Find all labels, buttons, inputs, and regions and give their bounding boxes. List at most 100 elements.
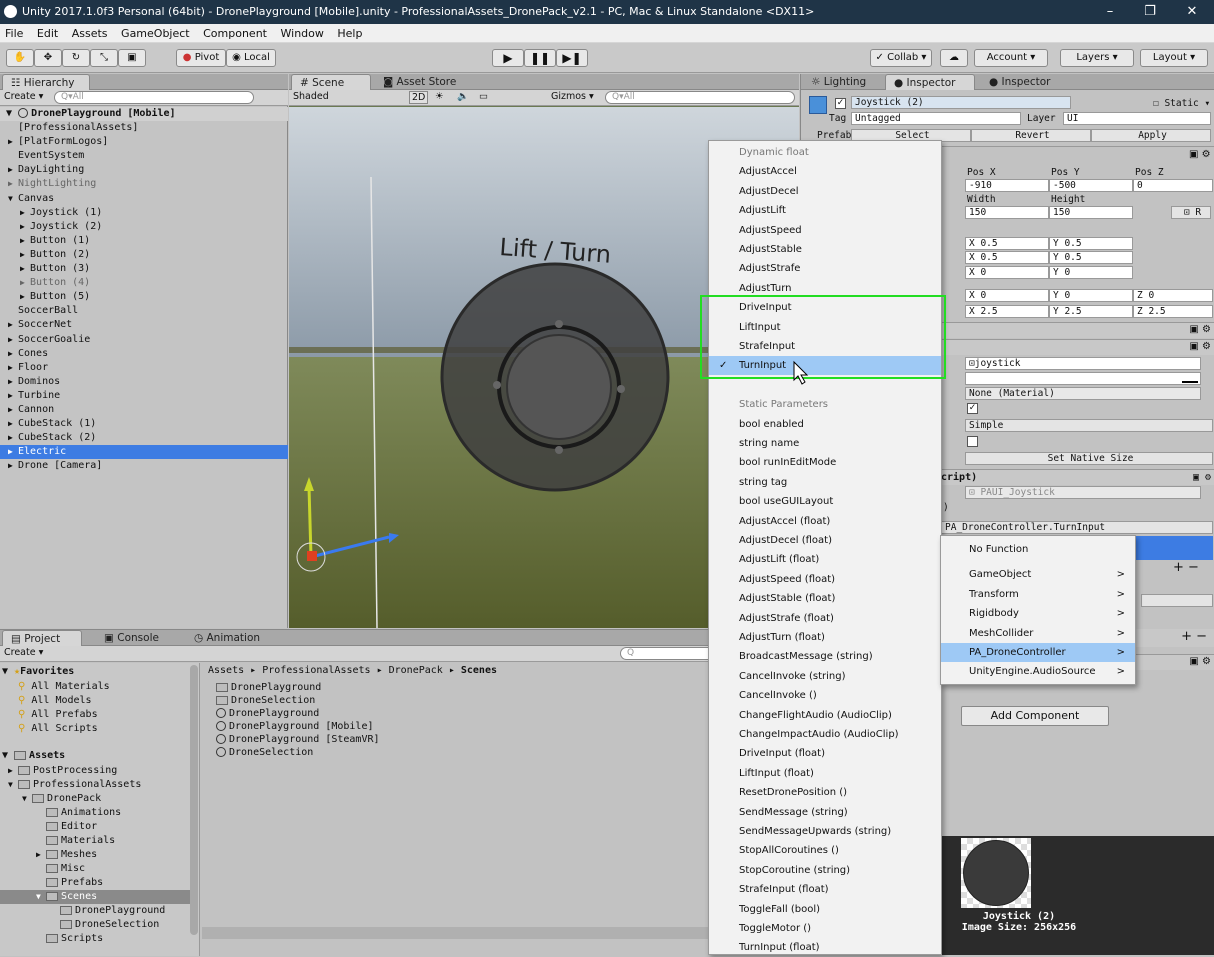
function-menu-item[interactable]: AdjustTurn (float) bbox=[709, 628, 941, 647]
tab-console[interactable]: ▣ Console bbox=[96, 630, 176, 646]
menu-edit[interactable]: Edit bbox=[32, 24, 63, 43]
mode-2d-toggle[interactable]: 2D bbox=[409, 91, 429, 104]
pause-button[interactable]: ❚❚ bbox=[524, 49, 556, 67]
function-menu-item[interactable]: AdjustStable bbox=[709, 240, 941, 259]
hierarchy-item[interactable]: ▼ Canvas bbox=[0, 192, 288, 206]
file-item[interactable]: DroneSelection bbox=[216, 746, 313, 760]
expand-arrow-icon[interactable]: ▶ bbox=[8, 177, 18, 191]
function-menu-item[interactable]: AdjustDecel (float) bbox=[709, 531, 941, 550]
expand-arrow-icon[interactable]: ▶ bbox=[20, 206, 30, 220]
project-tree-item[interactable]: Animations bbox=[0, 806, 190, 820]
component-menu-item[interactable]: Rigidbody > bbox=[941, 604, 1135, 623]
expand-arrow-icon[interactable]: ▶ bbox=[8, 764, 18, 778]
expand-arrow-icon[interactable]: ▶ bbox=[8, 347, 18, 361]
event2-add-remove-buttons[interactable]: + − bbox=[1181, 629, 1207, 644]
function-menu-item[interactable]: ToggleMotor () bbox=[709, 919, 941, 938]
expand-arrow-icon[interactable]: ▶ bbox=[8, 318, 18, 332]
function-menu-item[interactable]: DriveInput (float) bbox=[709, 744, 941, 763]
tree-scrollbar[interactable] bbox=[190, 665, 198, 935]
hierarchy-item[interactable]: SoccerBall bbox=[0, 304, 288, 318]
function-dropdown[interactable]: PA_DroneController.TurnInput bbox=[941, 521, 1213, 534]
expand-arrow-icon[interactable]: ▼ bbox=[8, 778, 18, 792]
component-menu-item[interactable]: MeshCollider > bbox=[941, 624, 1135, 643]
hierarchy-item[interactable]: ▶ Button (5) bbox=[0, 290, 288, 304]
hierarchy-item[interactable]: ▶ Button (2) bbox=[0, 248, 288, 262]
function-menu-item[interactable]: CancelInvoke () bbox=[709, 686, 941, 705]
function-menu-item[interactable]: AdjustStable (float) bbox=[709, 589, 941, 608]
static-checkbox[interactable]: ☐ Static ▾ bbox=[1153, 98, 1210, 110]
favorite-item[interactable]: ⚲ All Models bbox=[18, 694, 92, 708]
project-tree-item[interactable]: Prefabs bbox=[0, 876, 190, 890]
tab-project[interactable]: ▤ Project bbox=[2, 630, 82, 646]
file-item[interactable]: DroneSelection bbox=[216, 694, 315, 708]
maximize-button[interactable]: ❐ bbox=[1130, 0, 1170, 24]
menu-file[interactable]: File bbox=[0, 24, 28, 43]
hierarchy-item[interactable]: ▶ Button (3) bbox=[0, 262, 288, 276]
project-tree-item[interactable]: DronePlayground bbox=[0, 904, 190, 918]
tab-inspector-2[interactable]: ● Inspector bbox=[981, 74, 1071, 90]
expand-arrow-icon[interactable]: ▶ bbox=[20, 276, 30, 290]
scale-tool-icon[interactable]: ⤡ bbox=[90, 49, 118, 67]
preserve-aspect-checkbox[interactable] bbox=[967, 436, 978, 447]
pivot-button[interactable]: ● Pivot bbox=[176, 49, 226, 67]
image-settings-icon[interactable]: ▣ ⚙ bbox=[1189, 341, 1211, 352]
project-tree-item[interactable]: ▶ Meshes bbox=[0, 848, 190, 862]
close-button[interactable]: ✕ bbox=[1172, 0, 1212, 24]
second-dropdown[interactable] bbox=[1141, 594, 1213, 607]
set-native-size-button[interactable]: Set Native Size bbox=[965, 452, 1213, 465]
move-tool-icon[interactable]: ✥ bbox=[34, 49, 62, 67]
expand-arrow-icon[interactable]: ▶ bbox=[20, 220, 30, 234]
expand-arrow-icon[interactable]: ▶ bbox=[20, 234, 30, 248]
prefab-revert-button[interactable]: Revert bbox=[971, 129, 1091, 142]
joystick-handle[interactable] bbox=[506, 334, 612, 440]
raw-edit-button[interactable]: ⊡ R bbox=[1171, 206, 1211, 219]
effects-toggle-icon[interactable]: ▭ bbox=[479, 91, 488, 102]
menu-assets[interactable]: Assets bbox=[67, 24, 113, 43]
prefab-apply-button[interactable]: Apply bbox=[1091, 129, 1211, 142]
tab-scene[interactable]: # Scene bbox=[291, 74, 371, 90]
function-menu-item[interactable]: string tag bbox=[709, 473, 941, 492]
image-type-dropdown[interactable]: Simple bbox=[965, 419, 1213, 432]
assets-header[interactable]: ▼ Assets bbox=[2, 749, 65, 763]
function-menu-item[interactable]: string name bbox=[709, 434, 941, 453]
function-menu-item[interactable]: ToggleFall (bool) bbox=[709, 900, 941, 919]
pivot-y[interactable]: Y 0 bbox=[1049, 266, 1133, 279]
project-create-button[interactable]: Create ▾ bbox=[4, 647, 43, 658]
menu-window[interactable]: Window bbox=[276, 24, 329, 43]
hierarchy-item[interactable]: ▶ CubeStack (1) bbox=[0, 417, 288, 431]
function-menu-item[interactable]: AdjustStrafe bbox=[709, 259, 941, 278]
hierarchy-item[interactable]: ▶ SoccerNet bbox=[0, 318, 288, 332]
favorite-item[interactable]: ⚲ All Materials bbox=[18, 680, 110, 694]
width-field[interactable]: 150 bbox=[965, 206, 1049, 219]
function-menu-item[interactable]: StopAllCoroutines () bbox=[709, 841, 941, 860]
audio-toggle-icon[interactable]: 🔈 bbox=[457, 91, 469, 102]
color-field[interactable] bbox=[965, 372, 1201, 385]
expand-arrow-icon[interactable]: ▶ bbox=[20, 248, 30, 262]
function-menu-item[interactable]: LiftInput (float) bbox=[709, 764, 941, 783]
canvas-renderer-header[interactable]: ▣ ⚙ bbox=[941, 322, 1214, 338]
expand-arrow-icon[interactable]: ▶ bbox=[8, 417, 18, 431]
hierarchy-item[interactable]: ▶ SoccerGoalie bbox=[0, 333, 288, 347]
anchor-max-x[interactable]: X 0.5 bbox=[965, 251, 1049, 264]
scene-search-input[interactable]: Q▾All bbox=[605, 91, 795, 104]
function-menu-item[interactable]: SendMessage (string) bbox=[709, 803, 941, 822]
project-tree-item[interactable]: Scripts bbox=[0, 932, 190, 946]
rotation-x[interactable]: X 0 bbox=[965, 289, 1049, 302]
function-menu-item[interactable]: AdjustAccel (float) bbox=[709, 512, 941, 531]
event-add-remove-buttons[interactable]: + − bbox=[1173, 560, 1199, 575]
hierarchy-item[interactable]: ▶ Dominos bbox=[0, 375, 288, 389]
expand-arrow-icon[interactable]: ▼ bbox=[36, 890, 46, 904]
scale-y[interactable]: Y 2.5 bbox=[1049, 305, 1133, 318]
tab-animation[interactable]: ◷ Animation bbox=[186, 630, 276, 646]
cloud-icon[interactable]: ☁ bbox=[940, 49, 968, 67]
function-menu-item[interactable]: ResetDronePosition () bbox=[709, 783, 941, 802]
favorite-item[interactable]: ⚲ All Scripts bbox=[18, 722, 98, 736]
component-menu-item[interactable]: UnityEngine.AudioSource > bbox=[941, 662, 1135, 681]
function-menu-item[interactable]: AdjustAccel bbox=[709, 162, 941, 181]
expand-arrow-icon[interactable]: ▶ bbox=[36, 848, 46, 862]
function-menu-item[interactable]: TurnInput (float) bbox=[709, 938, 941, 957]
project-tree-item[interactable]: ▼ ProfessionalAssets bbox=[0, 778, 190, 792]
layer-dropdown[interactable]: UI bbox=[1063, 112, 1211, 125]
hierarchy-item[interactable]: ▶ Button (1) bbox=[0, 234, 288, 248]
add-component-button[interactable]: Add Component bbox=[961, 706, 1109, 726]
